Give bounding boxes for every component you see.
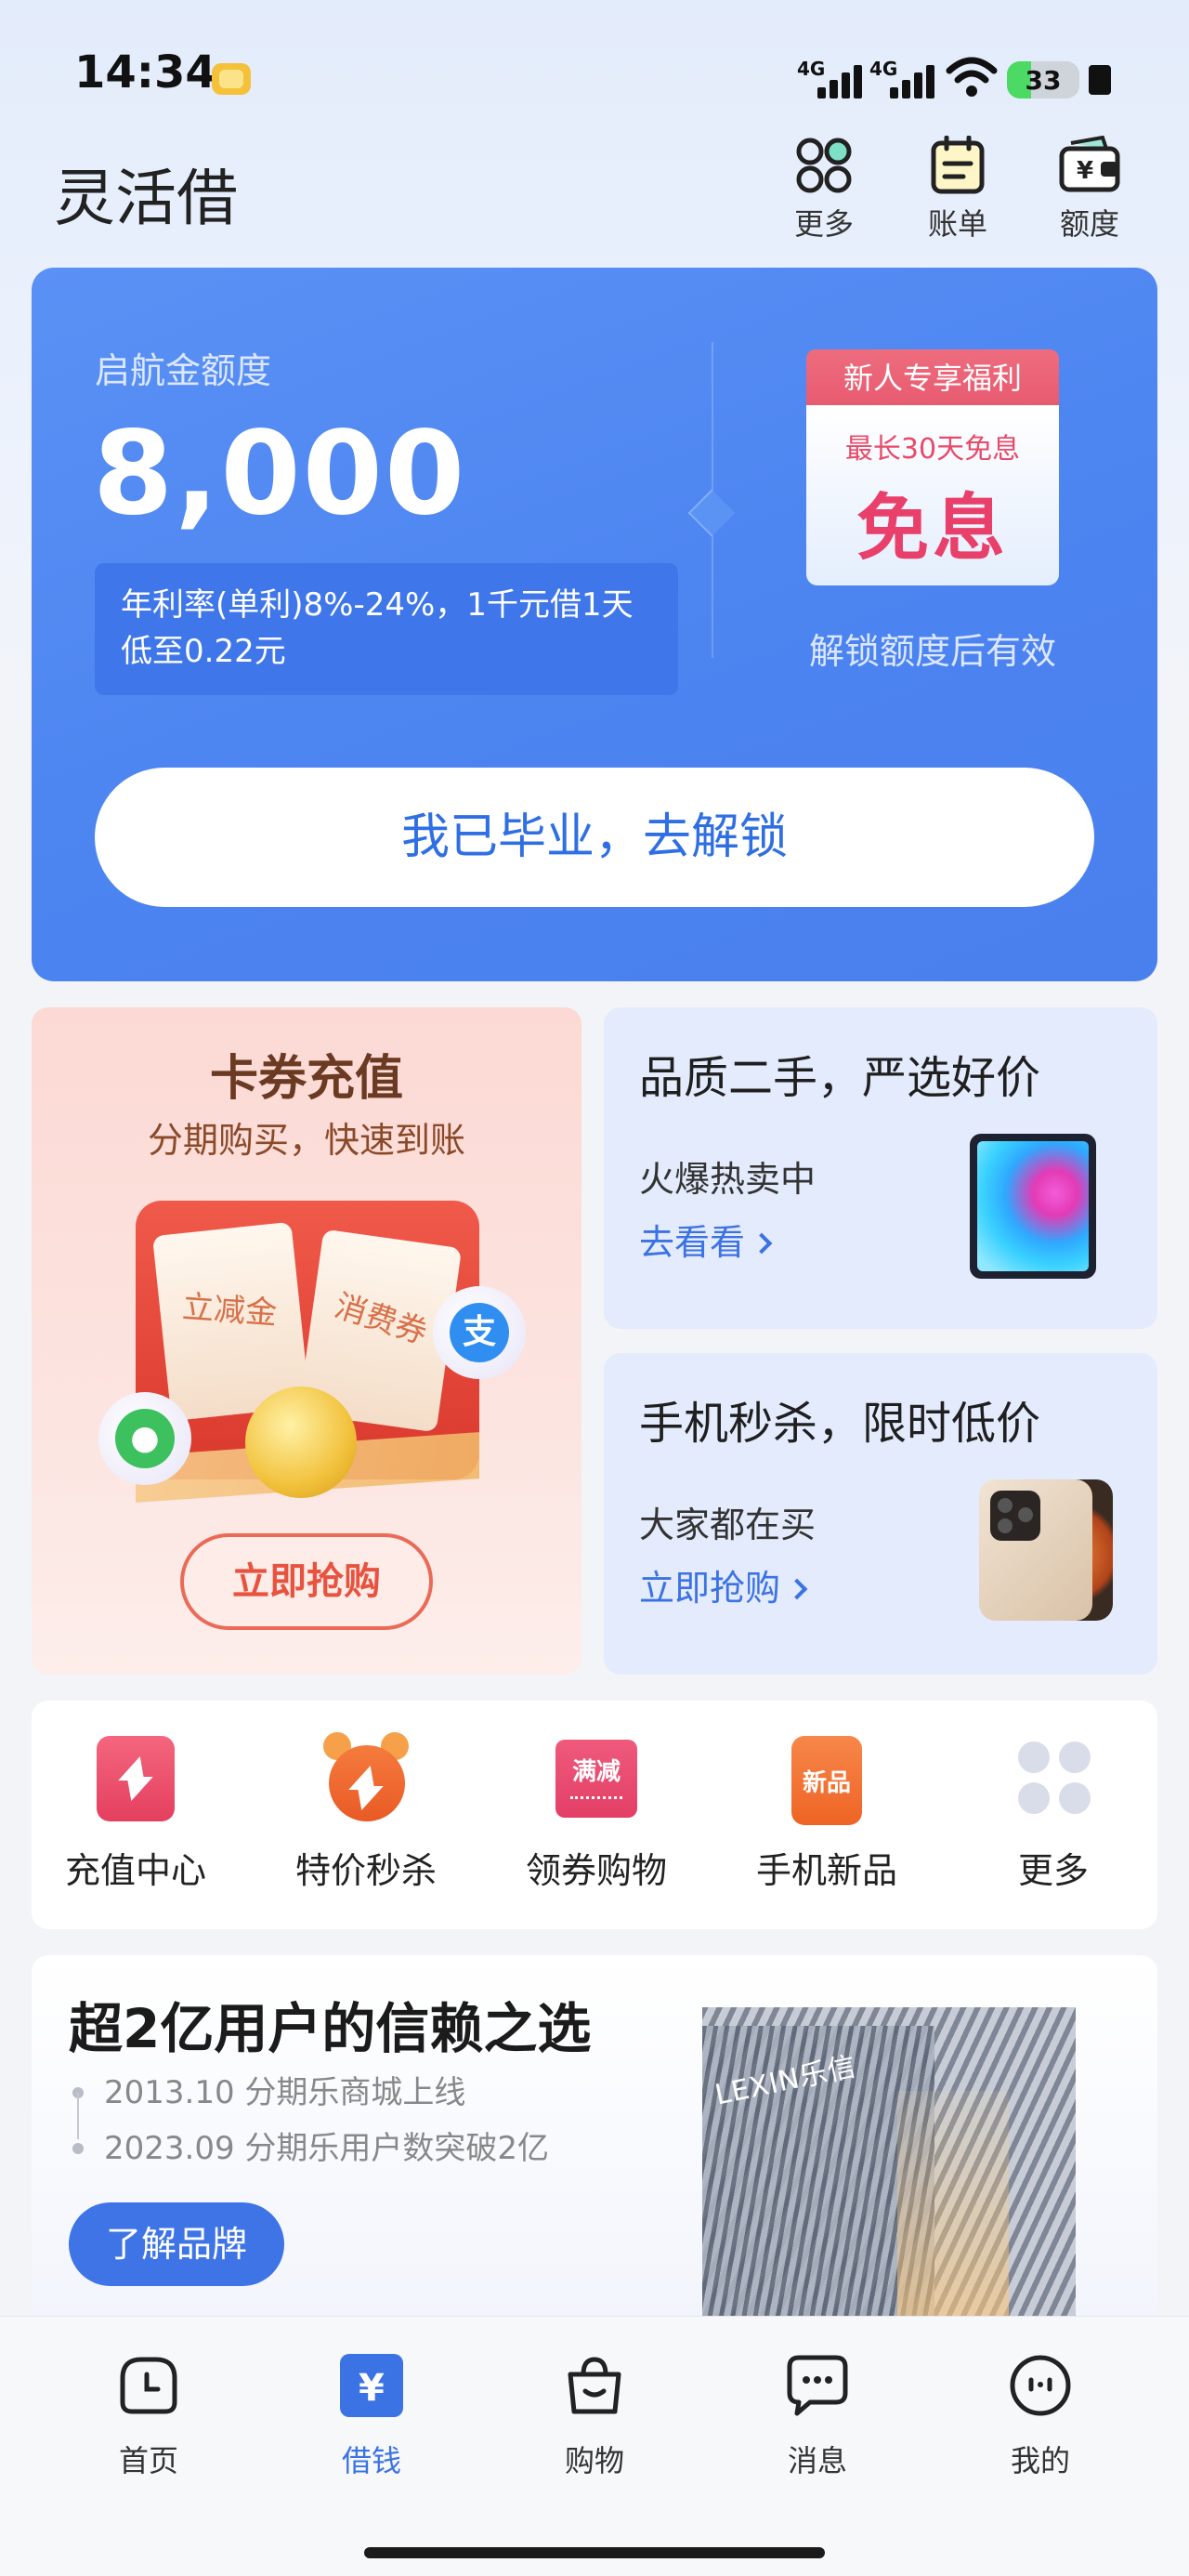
second-hand-promo[interactable]: 品质二手，严选好价 火爆热卖中 去看看 xyxy=(604,1007,1157,1329)
quota-amount: 8,000 xyxy=(93,407,467,541)
card-recharge-promo[interactable]: 卡券充值 分期购买，快速到账 立减金 消费券 ● 支 立即抢购 xyxy=(32,1007,581,1675)
battery-icon: 33 xyxy=(1007,61,1079,99)
interest-free-coupon[interactable]: 最长30天免息 免息 xyxy=(806,405,1059,585)
status-bar: 14:34 4G 4G 33 xyxy=(0,0,1189,158)
loan-quota-card: 启航金额度 8,000 年利率(单利)8%-24%，1千元借1天低至0.22元 … xyxy=(32,268,1157,981)
newcomer-benefit-tag: 新人专享福利 xyxy=(806,349,1059,407)
tablet-product-image xyxy=(970,1134,1096,1279)
brand-timeline: 2013.10 分期乐商城上线 2023.09 分期乐用户数突破2亿 xyxy=(69,2065,549,2176)
quota-button[interactable]: ¥ 额度 xyxy=(1039,136,1141,247)
buy-now-link[interactable]: 立即抢购 xyxy=(639,1559,808,1610)
phone-product-image xyxy=(979,1479,1092,1621)
message-notification-icon xyxy=(212,63,251,95)
building-illustration: LEXIN乐信 xyxy=(702,2007,1076,2320)
charging-icon xyxy=(1089,65,1111,95)
service-label: 充值中心 xyxy=(64,1850,206,1891)
profile-icon xyxy=(1010,2355,1071,2416)
service-coupon-shopping[interactable]: 满减 领券购物 xyxy=(503,1732,689,1893)
new-badge: 新品 xyxy=(802,1769,851,1797)
timeline-item: 2023.09 分期乐用户数突破2亿 xyxy=(69,2121,549,2176)
service-new-phones[interactable]: 新品 手机新品 xyxy=(734,1732,920,1893)
brand-section: 超2亿用户的信赖之选 2013.10 分期乐商城上线 2023.09 分期乐用户… xyxy=(32,1955,1157,2320)
new-phone-icon: 新品 xyxy=(786,1732,868,1825)
signal-icon xyxy=(817,61,869,99)
tab-borrow[interactable]: ¥ 借钱 xyxy=(288,2350,455,2480)
coupon-icon: 满减 xyxy=(555,1732,637,1825)
tab-label: 首页 xyxy=(118,2443,178,2478)
second-hand-subtitle: 火爆热卖中 xyxy=(639,1159,817,1200)
timeline-item: 2013.10 分期乐商城上线 xyxy=(69,2065,549,2121)
service-flash-sale[interactable]: 特价秒杀 xyxy=(273,1732,459,1893)
discount-ticket-label: 立减金 xyxy=(180,1288,279,1333)
yen-icon: ¥ xyxy=(340,2354,403,2417)
service-label: 领券购物 xyxy=(525,1850,667,1891)
second-hand-title: 品质二手，严选好价 xyxy=(639,1052,1041,1104)
interest-free-label: 免息 xyxy=(856,487,1009,571)
view-link[interactable]: 去看看 xyxy=(639,1214,773,1265)
timeline-connector xyxy=(77,2093,79,2139)
tab-messages[interactable]: 消息 xyxy=(734,2350,901,2480)
learn-brand-button[interactable]: 了解品牌 xyxy=(69,2202,284,2286)
service-more[interactable]: 更多 xyxy=(960,1732,1146,1893)
flash-sale-title: 手机秒杀，限时低价 xyxy=(639,1398,1041,1450)
service-label: 特价秒杀 xyxy=(294,1850,437,1891)
wechat-bubble-icon: ● xyxy=(98,1392,191,1485)
coupon-badge: 满减 xyxy=(571,1758,621,1786)
service-recharge-center[interactable]: 充值中心 xyxy=(43,1732,229,1893)
phone-flash-sale-promo[interactable]: 手机秒杀，限时低价 大家都在买 立即抢购 xyxy=(604,1353,1157,1675)
service-label: 手机新品 xyxy=(755,1850,897,1891)
bill-button[interactable]: 账单 xyxy=(907,136,1009,247)
promo-title: 卡券充值 xyxy=(209,1051,403,1107)
alipay-bubble-icon: 支 xyxy=(433,1286,526,1379)
brand-title: 超2亿用户的信赖之选 xyxy=(69,1997,592,2060)
consumer-coupon-label: 消费券 xyxy=(330,1287,432,1352)
tab-label: 消息 xyxy=(787,2443,847,2478)
bill-icon xyxy=(931,136,985,194)
more-dots-icon xyxy=(1013,1732,1094,1825)
service-label: 更多 xyxy=(1017,1850,1089,1891)
quota-label: 启航金额度 xyxy=(95,350,272,391)
buy-now-link-label: 立即抢购 xyxy=(639,1568,781,1609)
chevron-right-icon xyxy=(751,1232,773,1255)
card-divider-notch xyxy=(687,489,736,537)
tab-home[interactable]: 首页 xyxy=(65,2350,232,2480)
wifi-icon xyxy=(946,57,998,97)
more-button-label: 更多 xyxy=(793,206,854,242)
flash-sale-subtitle: 大家都在买 xyxy=(639,1505,817,1545)
chevron-right-icon xyxy=(786,1578,808,1600)
view-link-label: 去看看 xyxy=(639,1222,746,1263)
wallet-icon: ¥ xyxy=(1059,136,1120,192)
tab-label: 我的 xyxy=(1010,2443,1070,2478)
signal-icon-2 xyxy=(890,61,942,99)
unlock-quota-button[interactable]: 我已毕业，去解锁 xyxy=(95,768,1094,907)
quota-button-label: 额度 xyxy=(1059,206,1119,242)
svg-text:¥: ¥ xyxy=(359,2367,385,2410)
benefit-validity-note: 解锁额度后有效 xyxy=(808,631,1056,672)
status-time: 14:34 xyxy=(74,46,216,99)
tab-label: 购物 xyxy=(564,2443,624,2478)
battery-level: 33 xyxy=(1025,65,1062,96)
bolt-icon xyxy=(95,1732,176,1825)
tab-label: 借钱 xyxy=(341,2443,401,2478)
promo-subtitle: 分期购买，快速到账 xyxy=(147,1120,465,1161)
interest-free-duration: 最长30天免息 xyxy=(844,433,1021,466)
chat-bubble-icon xyxy=(787,2355,848,2416)
buy-now-button[interactable]: 立即抢购 xyxy=(180,1533,433,1630)
shopping-bag-icon xyxy=(568,2357,621,2414)
svg-text:¥: ¥ xyxy=(1077,157,1093,185)
grid-icon xyxy=(796,138,852,193)
home-clock-icon xyxy=(120,2357,177,2414)
gold-coin-icon xyxy=(245,1387,357,1498)
bottom-tab-bar: 首页 ¥ 借钱 购物 消息 我的 xyxy=(0,2316,1189,2576)
tab-shopping[interactable]: 购物 xyxy=(511,2350,678,2480)
home-indicator[interactable] xyxy=(364,2547,825,2558)
interest-rate-note: 年利率(单利)8%-24%，1千元借1天低至0.22元 xyxy=(95,563,678,695)
page-title: 灵活借 xyxy=(54,163,238,234)
tab-profile[interactable]: 我的 xyxy=(957,2350,1124,2480)
more-button[interactable]: 更多 xyxy=(773,136,875,247)
bill-button-label: 账单 xyxy=(927,206,987,242)
alarm-clock-icon xyxy=(323,1732,409,1825)
quick-services: 充值中心 特价秒杀 满减 领券购物 新品 手机新品 更多 xyxy=(32,1701,1157,1929)
